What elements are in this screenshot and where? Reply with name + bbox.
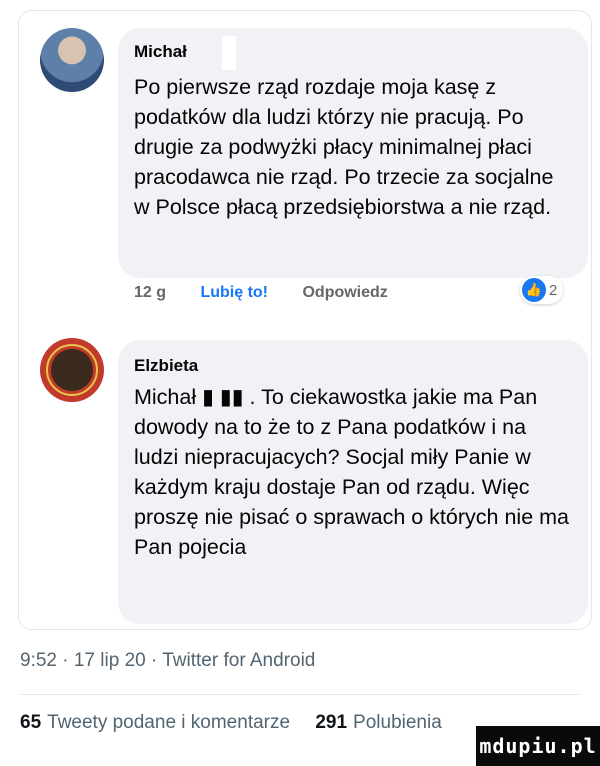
reaction-count: 2 xyxy=(549,281,558,299)
tweet-timestamp[interactable]: 9:52 · 17 lip 20 · Twitter for Android xyxy=(20,650,315,672)
comment-text: Michał ▮ ▮▮ . To ciekawostka jakie ma Pa… xyxy=(134,385,569,559)
reaction-badge[interactable]: 👍 2 xyxy=(520,276,564,304)
retweets-count[interactable]: 65 xyxy=(20,712,41,733)
watermark-logo: mdupiu.pl xyxy=(476,726,600,766)
comment-author[interactable]: Elzbieta xyxy=(134,356,198,376)
likes-count[interactable]: 291 xyxy=(315,712,347,733)
retweets-label[interactable]: Tweety podane i komentarze xyxy=(47,712,290,733)
comment-time[interactable]: 12 g xyxy=(134,284,166,301)
tweet-stats: 65 Tweety podane i komentarze 291 Polubien… xyxy=(20,712,442,734)
thumbs-up-icon: 👍 xyxy=(522,278,546,302)
likes-label[interactable]: Polubienia xyxy=(353,712,442,733)
avatar[interactable] xyxy=(40,28,104,92)
divider xyxy=(20,694,580,695)
comment-text: Po pierwsze rząd rozdaje moja kasę z pod… xyxy=(134,75,554,219)
badge-ring-icon xyxy=(46,344,98,396)
comment-actions: 12 g Lubię to! Odpowiedz xyxy=(134,284,418,302)
avatar[interactable] xyxy=(40,338,104,402)
comment-bubble: Elzbieta Michał ▮ ▮▮ . To ciekawostka ja… xyxy=(118,340,588,624)
reply-link[interactable]: Odpowiedz xyxy=(302,284,387,301)
redaction xyxy=(222,36,236,70)
like-link[interactable]: Lubię to! xyxy=(200,284,268,301)
comment-bubble: Michał Po pierwsze rząd rozdaje moja kas… xyxy=(118,28,588,278)
comment-author[interactable]: Michał xyxy=(134,42,187,62)
